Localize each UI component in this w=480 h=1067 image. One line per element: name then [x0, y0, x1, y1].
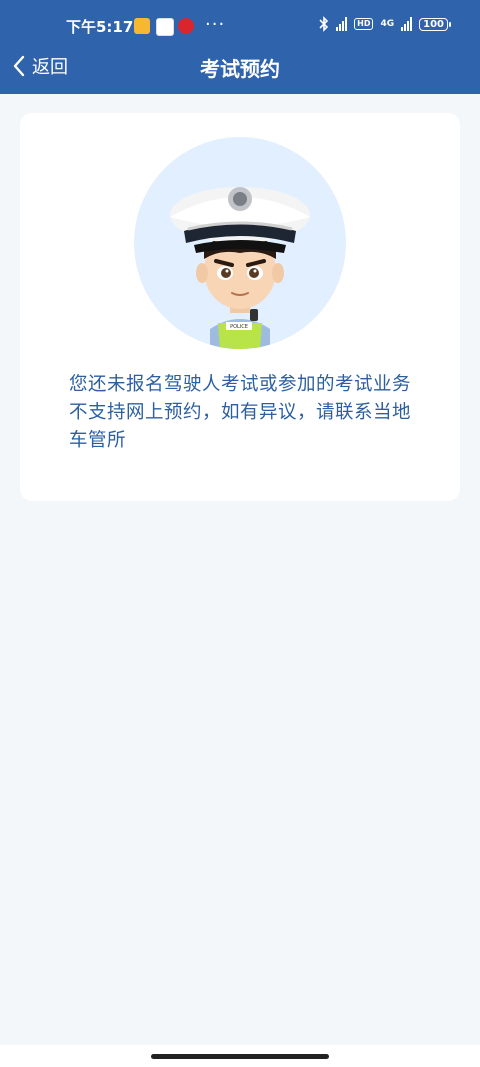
- app-header: 下午5:17 ··· HD 4G 100 返回 考试预约: [0, 0, 480, 94]
- notice-card: POLICE 您还未报名驾驶人考试或参加的考试业务不支持网上预约，如有异议，请联…: [20, 113, 460, 501]
- home-indicator[interactable]: [151, 1054, 329, 1059]
- status-time: 下午5:17: [66, 18, 134, 36]
- status-bar: 下午5:17 ··· HD 4G 100: [0, 14, 480, 40]
- police-badge-text: POLICE: [230, 324, 248, 330]
- nav-bar: 返回 考试预约: [0, 50, 480, 86]
- signal-icon: [336, 17, 348, 31]
- notification-app-icon: [178, 18, 194, 34]
- hd-icon: HD: [354, 18, 374, 30]
- status-right: HD 4G 100: [319, 16, 451, 32]
- signal-icon-2: [401, 17, 413, 31]
- police-avatar: POLICE: [134, 137, 346, 349]
- notification-app-icon: [156, 18, 174, 36]
- bluetooth-icon: [319, 16, 329, 32]
- notification-app-icon: [134, 18, 150, 34]
- network-type-label: 4G: [380, 19, 395, 29]
- page-title: 考试预约: [200, 57, 280, 81]
- notice-message: 您还未报名驾驶人考试或参加的考试业务不支持网上预约，如有异议，请联系当地车管所: [69, 374, 412, 451]
- police-officer-illustration: POLICE: [170, 187, 310, 349]
- battery-icon: 100: [419, 17, 451, 31]
- more-notifications-icon: ···: [205, 14, 226, 35]
